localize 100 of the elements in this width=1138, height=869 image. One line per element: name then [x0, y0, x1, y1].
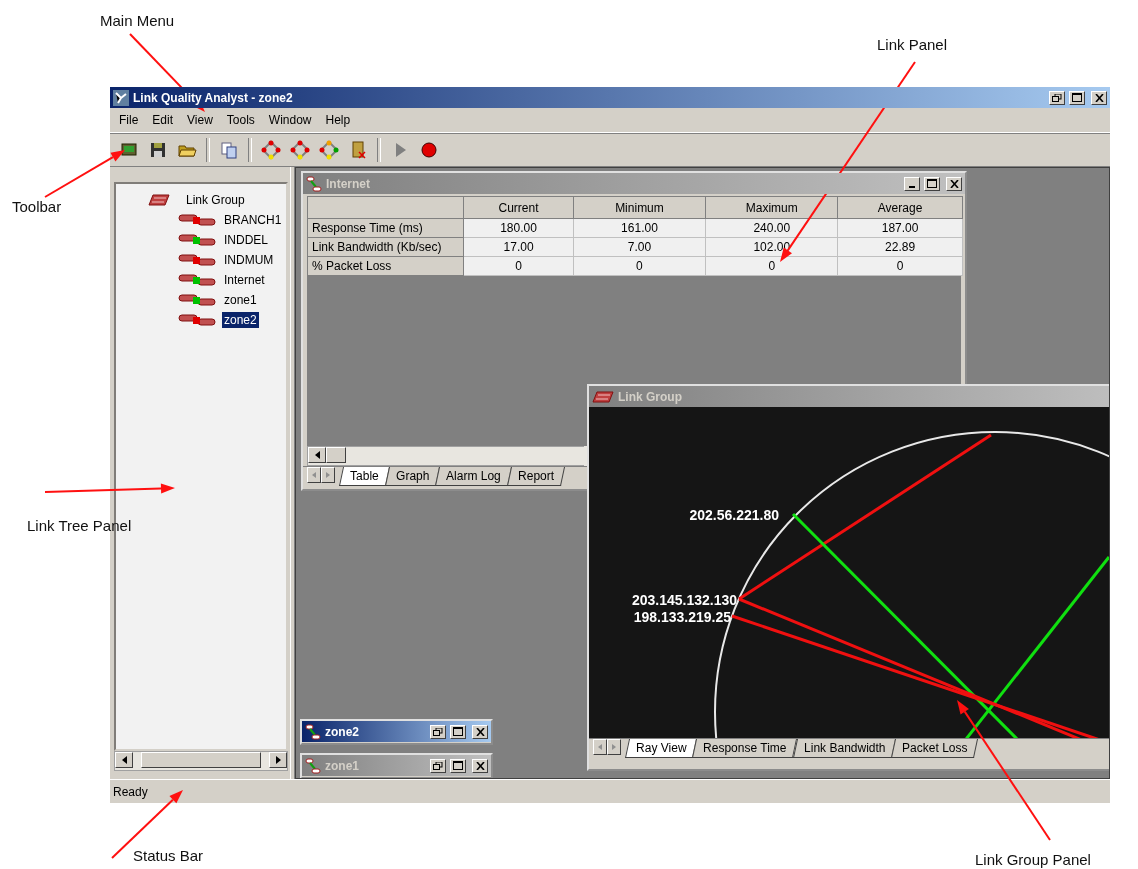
right-arrow-icon — [326, 472, 330, 478]
window-title: zone2 — [325, 724, 360, 739]
close-icon — [1094, 93, 1104, 102]
annotation-label: Toolbar — [12, 198, 62, 215]
save-icon — [148, 140, 168, 160]
link-node-icon — [319, 140, 339, 160]
tree-item[interactable]: Internet — [222, 272, 267, 288]
link-icon — [178, 234, 216, 246]
close-button[interactable] — [1091, 90, 1107, 105]
left-arrow-icon — [314, 451, 320, 459]
tab[interactable]: Alarm Log — [435, 467, 512, 486]
app-icon — [113, 89, 129, 106]
link-group-icon — [592, 390, 614, 403]
column-header: Maximum — [705, 196, 838, 219]
row-header: Link Bandwidth (Kb/sec) — [307, 237, 464, 257]
annotation-label: Link Panel — [877, 36, 948, 53]
tab[interactable]: Packet Loss — [891, 739, 979, 758]
tab-scroll-right-button[interactable] — [321, 467, 335, 483]
horizontal-scrollbar[interactable] — [114, 751, 288, 771]
ip-address-label: 202.56.221.80 — [689, 507, 779, 523]
maximize-icon — [927, 179, 937, 188]
link-node-icon — [261, 140, 281, 160]
close-button[interactable] — [472, 758, 488, 773]
minimize-icon — [909, 185, 915, 188]
status-text: Ready — [113, 784, 148, 799]
tree-item[interactable]: INDDEL — [222, 232, 270, 248]
maximize-button[interactable] — [924, 176, 940, 191]
record-icon — [419, 140, 439, 160]
tab-scroll-left-button[interactable] — [593, 739, 607, 755]
tab[interactable]: Link Bandwidth — [792, 739, 897, 758]
menu-item[interactable]: File — [112, 113, 146, 127]
close-button[interactable] — [472, 724, 488, 739]
tree-item[interactable]: zone1 — [222, 292, 259, 308]
annotation-label: Status Bar — [133, 847, 204, 864]
right-arrow-icon — [275, 756, 281, 764]
annotation-label: Link Group Panel — [975, 851, 1091, 868]
close-button[interactable] — [946, 176, 962, 191]
ip-address-label: 203.145.132.130 — [631, 592, 737, 608]
window-title: zone1 — [325, 758, 360, 773]
scroll-left-button[interactable] — [115, 752, 133, 768]
restore-icon — [1052, 93, 1062, 102]
left-arrow-icon — [598, 744, 602, 750]
tab-scroll-left-button[interactable] — [307, 467, 321, 483]
minimized-window[interactable]: zone2 — [300, 719, 493, 745]
menu-item[interactable]: Help — [318, 113, 358, 127]
panel-title: Link Group — [618, 389, 683, 404]
menu-item[interactable]: Edit — [145, 113, 181, 127]
maximize-icon — [453, 761, 463, 770]
restore-icon — [433, 761, 443, 770]
scroll-thumb[interactable] — [141, 752, 261, 768]
link-icon — [178, 274, 216, 286]
tab[interactable]: Table — [339, 467, 390, 486]
menu-item[interactable]: View — [180, 113, 220, 127]
tab[interactable]: Graph — [384, 467, 441, 486]
restore-button[interactable] — [430, 724, 446, 739]
link-icon — [306, 175, 322, 192]
menu-item[interactable]: Window — [261, 113, 319, 127]
maximize-icon — [453, 727, 463, 736]
link-icon — [178, 254, 216, 266]
close-icon — [949, 179, 959, 188]
link-icon — [178, 314, 216, 326]
close-icon — [475, 761, 485, 770]
maximize-icon — [1072, 93, 1082, 102]
tab[interactable]: Report — [506, 467, 565, 486]
link-icon — [178, 214, 216, 226]
column-header: Average — [837, 196, 963, 219]
right-arrow-icon — [612, 744, 616, 750]
horizontal-scrollbar[interactable] — [307, 446, 584, 466]
row-header: Response Time (ms) — [307, 218, 464, 238]
tree-item[interactable]: zone2 — [222, 312, 259, 328]
annotation-label: Main Menu — [100, 12, 175, 29]
tab-scroll-right-button[interactable] — [607, 739, 621, 755]
ip-address-label: 198.133.219.25 — [633, 609, 731, 625]
row-header: % Packet Loss — [307, 256, 464, 276]
scroll-left-button[interactable] — [308, 447, 326, 463]
maximize-button[interactable] — [1069, 90, 1085, 105]
restore-button[interactable] — [430, 758, 446, 773]
tree-item[interactable]: Link Group — [184, 192, 247, 208]
tree-item[interactable]: INDMUM — [222, 252, 276, 268]
tree-item[interactable]: BRANCH1 — [222, 212, 284, 228]
close-icon — [475, 727, 485, 736]
restore-icon — [433, 727, 443, 736]
minimize-button[interactable] — [904, 176, 920, 191]
column-header: Minimum — [573, 196, 706, 219]
maximize-button[interactable] — [450, 758, 466, 773]
menu-item[interactable]: Tools — [219, 113, 262, 127]
tab[interactable]: Response Time — [692, 739, 798, 758]
tab[interactable]: Ray View — [625, 739, 698, 758]
left-arrow-icon — [312, 472, 316, 478]
window-title: Link Quality Analyst - zone2 — [133, 90, 294, 105]
maximize-button[interactable] — [450, 724, 466, 739]
annotation-label: Link Tree Panel — [27, 517, 132, 534]
scroll-right-button[interactable] — [269, 752, 287, 768]
panel-title: Internet — [326, 176, 371, 191]
link-icon — [178, 294, 216, 306]
copy-icon — [219, 140, 239, 160]
restore-button[interactable] — [1049, 90, 1065, 105]
link-icon — [305, 723, 321, 740]
column-header: Current — [464, 196, 574, 219]
scroll-thumb[interactable] — [326, 447, 346, 463]
